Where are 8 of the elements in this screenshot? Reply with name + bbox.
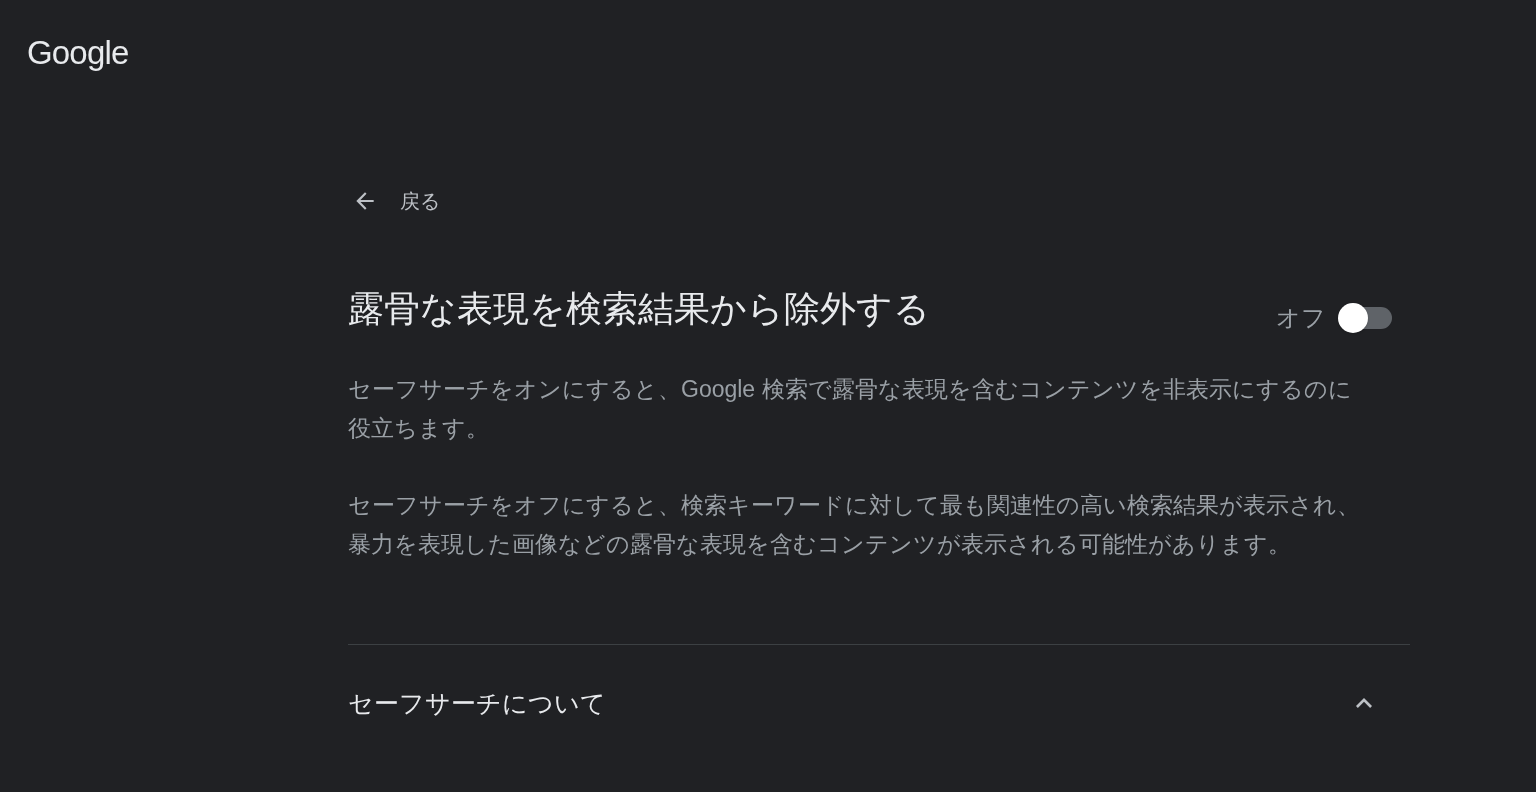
toggle-state-label: オフ: [1276, 302, 1326, 333]
description-paragraph: セーフサーチをオフにすると、検索キーワードに対して最も関連性の高い検索結果が表示され、暴力を表現した画像などの露骨な表現を含むコンテンツが表示される可能性があります。: [348, 490, 1361, 559]
toggle-switch[interactable]: [1338, 301, 1394, 334]
back-button[interactable]: 戻る: [348, 185, 440, 216]
description-paragraph: セーフサーチをオンにすると、Google 検索で露骨な表現を含むコンテンツを非表示にするのに役立ちます。: [348, 374, 1353, 443]
setting-title: 露骨な表現を検索結果から除外する: [348, 286, 930, 331]
google-logo[interactable]: Google: [27, 34, 129, 71]
section-header[interactable]: セーフサーチについて: [348, 644, 1410, 722]
